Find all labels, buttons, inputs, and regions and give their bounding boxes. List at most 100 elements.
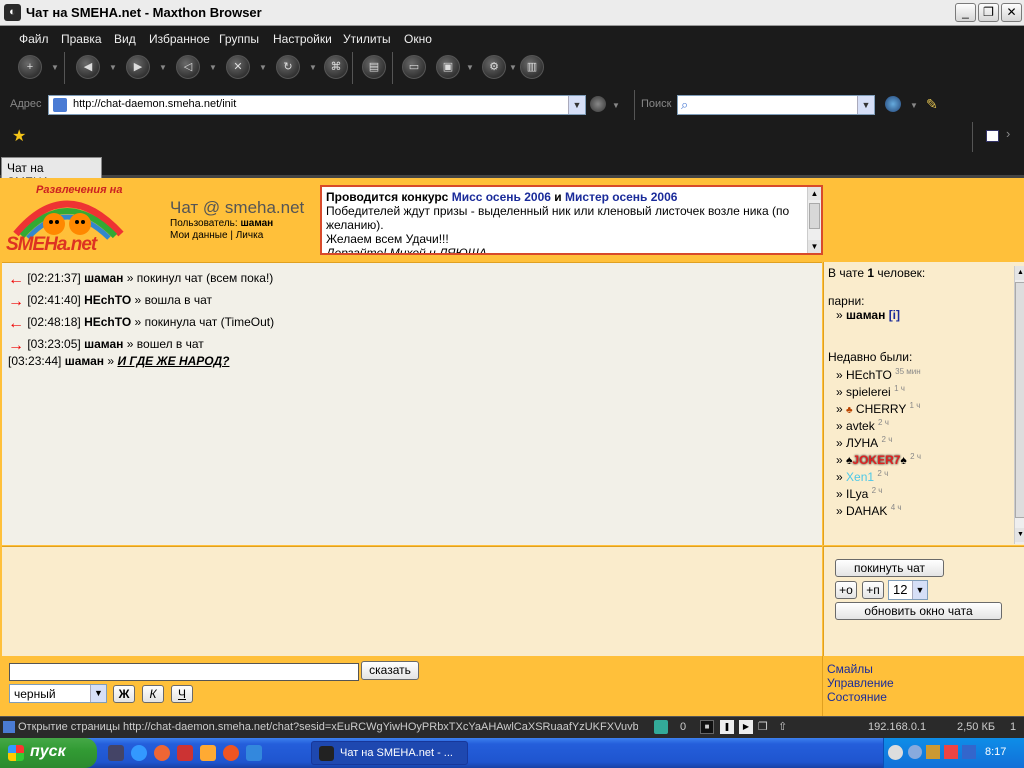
- personal-link[interactable]: Личка: [236, 230, 264, 241]
- status-link[interactable]: Состояние: [827, 690, 887, 704]
- recent-user-name[interactable]: ЛУНА: [846, 436, 878, 450]
- highlighter-icon[interactable]: ✎: [926, 96, 938, 113]
- play-icon[interactable]: ▶: [739, 720, 753, 734]
- message-nick[interactable]: шаман: [84, 271, 123, 285]
- recent-user[interactable]: » DAHAK 4 ч: [836, 503, 902, 518]
- speaker-icon[interactable]: [888, 745, 903, 760]
- recent-user-name[interactable]: HEchTO: [846, 368, 892, 382]
- menu-groups[interactable]: Группы: [219, 32, 259, 46]
- contest-scrollbar[interactable]: ▲ ▼: [807, 187, 821, 253]
- pause-icon[interactable]: ❚: [720, 720, 734, 734]
- user-info-link[interactable]: [i]: [889, 308, 900, 322]
- color-select[interactable]: черный ▼: [9, 684, 107, 703]
- minimize-button[interactable]: _: [955, 3, 976, 22]
- go-icon[interactable]: [590, 96, 606, 112]
- chevron-down-icon[interactable]: ▼: [466, 63, 474, 72]
- recent-user-name[interactable]: JOKER7: [852, 453, 900, 467]
- menu-edit[interactable]: Правка: [61, 32, 102, 46]
- message-nick[interactable]: шаман: [65, 354, 104, 368]
- recent-user[interactable]: » ♣ CHERRY 1 ч: [836, 401, 920, 416]
- message-nick[interactable]: HEchTO: [84, 315, 131, 329]
- tab-chat[interactable]: Чат на SMEHA...: [1, 157, 102, 189]
- online-user[interactable]: » шаман [i]: [836, 308, 900, 322]
- menu-favorites[interactable]: Избранное: [149, 32, 210, 46]
- menu-window[interactable]: Окно: [404, 32, 432, 46]
- close-button[interactable]: ✕: [1001, 3, 1022, 22]
- star-icon[interactable]: ★: [12, 126, 26, 146]
- recent-user-name[interactable]: spielerei: [846, 385, 891, 399]
- bold-button[interactable]: Ж: [113, 685, 135, 703]
- online-user-name[interactable]: шаман: [846, 308, 885, 322]
- stop-icon[interactable]: ✕: [226, 55, 250, 79]
- popup-icon[interactable]: ❐: [758, 720, 768, 733]
- screen-icon[interactable]: ▣: [436, 55, 460, 79]
- chevron-down-icon[interactable]: ▼: [309, 63, 317, 72]
- recent-user[interactable]: » ЛУНА 2 ч: [836, 435, 892, 450]
- recent-user-name[interactable]: avtek: [846, 419, 875, 433]
- book-icon[interactable]: ▥: [520, 55, 544, 79]
- maximize-button[interactable]: ❐: [978, 3, 999, 22]
- clock[interactable]: 8:17: [985, 746, 1006, 758]
- upload-icon[interactable]: ⇧: [778, 720, 787, 733]
- menu-file[interactable]: Файл: [19, 32, 49, 46]
- search-box[interactable]: ⌕ ▼: [677, 95, 875, 115]
- home-icon[interactable]: ⌘: [324, 55, 348, 79]
- italic-button[interactable]: К: [142, 685, 164, 703]
- add-o-button[interactable]: +о: [835, 581, 857, 599]
- lightning-icon[interactable]: [200, 745, 216, 761]
- page-icon[interactable]: ▤: [362, 55, 386, 79]
- say-button[interactable]: сказать: [361, 661, 419, 680]
- tray-tools-icon[interactable]: [926, 745, 940, 759]
- contest-announcement[interactable]: Проводится конкурс Мисс осень 2006 и Мис…: [320, 185, 823, 255]
- users-scrollbar[interactable]: ▲ ▼: [1014, 266, 1024, 544]
- recent-user[interactable]: » ♠JOKER7♠ 2 ч: [836, 452, 921, 467]
- chevron-down-icon[interactable]: ▼: [159, 63, 167, 72]
- smeha-logo[interactable]: Развлечения на SMEHa.net: [6, 184, 131, 256]
- desktop-icon[interactable]: [108, 745, 124, 761]
- ie-icon[interactable]: [131, 745, 147, 761]
- media-icon[interactable]: [177, 745, 193, 761]
- smileys-link[interactable]: Смайлы: [827, 662, 873, 676]
- recent-user[interactable]: » avtek 2 ч: [836, 418, 889, 433]
- scroll-thumb[interactable]: [809, 203, 820, 229]
- recent-user[interactable]: » ILya 2 ч: [836, 486, 882, 501]
- management-link[interactable]: Управление: [827, 676, 894, 690]
- home-page-icon[interactable]: [986, 130, 999, 142]
- forward-icon[interactable]: ▶: [126, 55, 150, 79]
- browser-icon[interactable]: [246, 745, 262, 761]
- chevron-right-icon[interactable]: ›: [1006, 126, 1010, 141]
- underline-button[interactable]: Ч: [171, 685, 193, 703]
- recent-user-name[interactable]: CHERRY: [856, 402, 906, 416]
- font-size-select[interactable]: 12 ▼: [888, 580, 928, 600]
- address-input[interactable]: http://chat-daemon.smeha.net/init: [73, 98, 236, 110]
- refresh-chat-button[interactable]: обновить окно чата: [835, 602, 1002, 620]
- chevron-up-icon[interactable]: ▲: [808, 187, 821, 200]
- shield-icon[interactable]: [654, 720, 668, 734]
- scroll-thumb[interactable]: [1015, 282, 1024, 518]
- chevron-down-icon[interactable]: ▼: [808, 240, 821, 253]
- add-p-button[interactable]: +п: [862, 581, 884, 599]
- address-bar[interactable]: http://chat-daemon.smeha.net/init ▼: [48, 95, 586, 115]
- globe-icon[interactable]: [885, 96, 901, 112]
- message-nick[interactable]: шаман: [84, 337, 123, 351]
- chevron-down-icon[interactable]: ▼: [1015, 528, 1024, 542]
- menu-view[interactable]: Вид: [114, 32, 136, 46]
- my-data-link[interactable]: Мои данные: [170, 230, 228, 241]
- chevron-down-icon[interactable]: ▼: [109, 63, 117, 72]
- recent-user[interactable]: » HEchTO 35 мин: [836, 367, 921, 382]
- opera-icon[interactable]: [223, 745, 239, 761]
- chevron-down-icon[interactable]: ▼: [912, 581, 927, 599]
- menu-tools[interactable]: Утилиты: [343, 32, 391, 46]
- firefox-icon[interactable]: [154, 745, 170, 761]
- chevron-down-icon[interactable]: ▼: [259, 63, 267, 72]
- leave-chat-button[interactable]: покинуть чат: [835, 559, 944, 577]
- tools-icon[interactable]: ⚙: [482, 55, 506, 79]
- recent-user-name[interactable]: ILya: [846, 487, 868, 501]
- tray-app-icon[interactable]: [944, 745, 958, 759]
- recent-user[interactable]: » spielerei 1 ч: [836, 384, 905, 399]
- chevron-down-icon[interactable]: ▼: [910, 101, 918, 110]
- chevron-down-icon[interactable]: ▼: [568, 96, 585, 114]
- chevron-down-icon[interactable]: ▼: [90, 685, 106, 702]
- tray-m-icon[interactable]: [908, 745, 922, 759]
- chevron-up-icon[interactable]: ▲: [1015, 266, 1024, 280]
